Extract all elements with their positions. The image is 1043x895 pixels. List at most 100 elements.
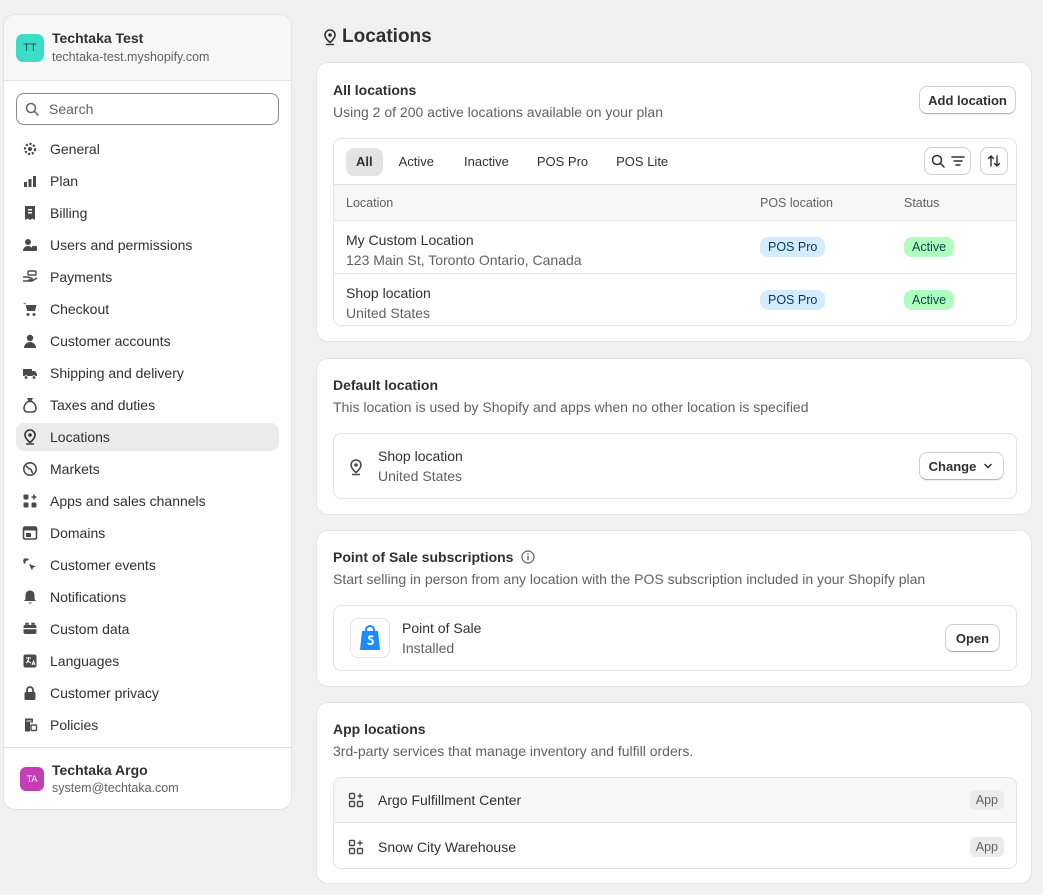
sidebar-item-checkout[interactable]: Checkout <box>16 295 279 323</box>
page-title-text: Locations <box>342 26 432 47</box>
sidebar-item-users[interactable]: Users and permissions <box>16 231 279 259</box>
settings-nav: General Plan Billing Users and permissio… <box>16 135 279 739</box>
sidebar-item-label: Locations <box>50 429 110 445</box>
search-input[interactable] <box>49 101 269 117</box>
location-pin-icon <box>24 429 36 445</box>
sidebar-item-customer-privacy[interactable]: Customer privacy <box>16 679 279 707</box>
sidebar-item-billing[interactable]: Billing <box>16 199 279 227</box>
location-address: 123 Main St, Toronto Ontario, Canada <box>346 252 582 268</box>
pos-app-box: Point of Sale Installed Open <box>333 605 1017 671</box>
list-item[interactable]: Snow City Warehouse App <box>334 824 1016 868</box>
sidebar-item-customer-events[interactable]: Customer events <box>16 551 279 579</box>
page-title: Locations <box>322 26 432 48</box>
pos-subscriptions-title-text: Point of Sale subscriptions <box>333 549 514 565</box>
sidebar-item-languages[interactable]: Languages <box>16 647 279 675</box>
sidebar-item-domains[interactable]: Domains <box>16 519 279 547</box>
sidebar-item-payments[interactable]: Payments <box>16 263 279 291</box>
location-address: United States <box>346 305 431 321</box>
settings-sidebar: TT Techtaka Test techtaka-test.myshopify… <box>3 14 292 810</box>
default-location-title: Default location <box>333 377 439 393</box>
tab-active[interactable]: Active <box>389 148 444 176</box>
pos-subscriptions-card: Point of Sale subscriptions Start sellin… <box>316 530 1032 687</box>
globe-icon <box>23 462 37 476</box>
table-row[interactable]: Shop location United States POS Pro Acti… <box>334 274 1016 325</box>
tab-pos-pro[interactable]: POS Pro <box>527 148 598 176</box>
sidebar-item-custom-data[interactable]: Custom data <box>16 615 279 643</box>
store-header[interactable]: TT Techtaka Test techtaka-test.myshopify… <box>4 15 291 81</box>
pos-subscriptions-title: Point of Sale subscriptions <box>333 549 536 565</box>
user-avatar: TA <box>20 766 44 791</box>
truck-icon <box>23 369 37 380</box>
col-status[interactable]: Status <box>904 196 939 210</box>
sidebar-item-locations[interactable]: Locations <box>16 423 279 451</box>
bell-icon <box>24 590 36 604</box>
chevron-down-icon <box>984 463 993 469</box>
cart-icon <box>23 303 37 316</box>
change-button[interactable]: Change <box>919 452 1004 480</box>
sidebar-item-label: Payments <box>50 269 113 285</box>
col-location[interactable]: Location <box>346 196 393 210</box>
app-locations-subtitle: 3rd-party services that manage inventory… <box>333 743 694 759</box>
hand-money-icon <box>23 270 38 282</box>
pos-app-status: Installed <box>402 640 455 656</box>
all-locations-title: All locations <box>333 82 417 98</box>
pos-badge: POS Pro <box>760 237 826 257</box>
shopify-bag-icon <box>360 625 380 650</box>
users-icon <box>23 239 37 251</box>
sidebar-item-general[interactable]: General <box>16 135 279 163</box>
sidebar-item-policies[interactable]: Policies <box>16 711 279 739</box>
tab-all[interactable]: All <box>346 147 383 176</box>
tab-pos-lite[interactable]: POS Lite <box>606 148 678 176</box>
search-filter-button[interactable] <box>924 147 971 175</box>
receipt-icon <box>25 206 35 220</box>
sidebar-item-customer-accounts[interactable]: Customer accounts <box>16 327 279 355</box>
sort-button[interactable] <box>980 147 1008 175</box>
sidebar-item-label: Customer privacy <box>50 685 159 701</box>
app-locations-title: App locations <box>333 721 426 737</box>
filter-icon <box>950 156 965 166</box>
sidebar-item-notifications[interactable]: Notifications <box>16 583 279 611</box>
policy-icon <box>25 718 38 732</box>
search-icon <box>931 154 945 168</box>
sidebar-item-apps[interactable]: Apps and sales channels <box>16 487 279 515</box>
store-avatar: TT <box>16 33 44 62</box>
sidebar-item-markets[interactable]: Markets <box>16 455 279 483</box>
sidebar-item-label: Shipping and delivery <box>50 365 184 381</box>
info-icon[interactable] <box>521 550 536 564</box>
sidebar-item-label: Languages <box>50 653 120 669</box>
sidebar-item-label: Apps and sales channels <box>50 493 206 509</box>
sidebar-item-label: Notifications <box>50 589 127 605</box>
lock-icon <box>24 686 36 700</box>
app-badge: App <box>969 790 1004 810</box>
app-locations-card: App locations 3rd-party services that ma… <box>316 702 1032 884</box>
plan-icon <box>24 176 36 187</box>
list-item[interactable]: Argo Fulfillment Center App <box>334 778 1016 823</box>
store-name: Techtaka Test <box>52 29 144 46</box>
table-row[interactable]: My Custom Location 123 Main St, Toronto … <box>334 221 1016 274</box>
sidebar-item-label: Checkout <box>50 301 110 317</box>
search-box[interactable] <box>16 93 279 125</box>
sidebar-item-shipping[interactable]: Shipping and delivery <box>16 359 279 387</box>
money-bag-icon <box>23 398 37 413</box>
sidebar-item-label: Taxes and duties <box>50 397 156 413</box>
sidebar-item-plan[interactable]: Plan <box>16 167 279 195</box>
filter-tabs: All Active Inactive POS Pro POS Lite <box>334 139 1016 184</box>
default-location-name: Shop location <box>378 448 463 464</box>
sidebar-item-label: Markets <box>50 461 100 477</box>
sidebar-item-label: Domains <box>50 525 106 541</box>
location-name[interactable]: Shop location <box>346 283 431 303</box>
gear-icon <box>23 142 37 156</box>
cursor-click-icon <box>23 558 36 571</box>
all-locations-subtitle: Using 2 of 200 active locations availabl… <box>333 104 663 120</box>
default-location-card: Default location This location is used b… <box>316 358 1032 515</box>
user-footer[interactable]: TA Techtaka Argo system@techtaka.com <box>4 747 291 809</box>
change-button-label: Change <box>928 458 977 474</box>
language-icon <box>23 654 37 668</box>
status-badge: Active <box>904 237 955 257</box>
location-name[interactable]: My Custom Location <box>346 230 582 250</box>
tab-inactive[interactable]: Inactive <box>454 148 519 176</box>
sidebar-item-taxes[interactable]: Taxes and duties <box>16 391 279 419</box>
add-location-button[interactable]: Add location <box>919 86 1016 114</box>
open-button[interactable]: Open <box>945 624 1000 652</box>
col-pos-location[interactable]: POS location <box>760 196 833 210</box>
